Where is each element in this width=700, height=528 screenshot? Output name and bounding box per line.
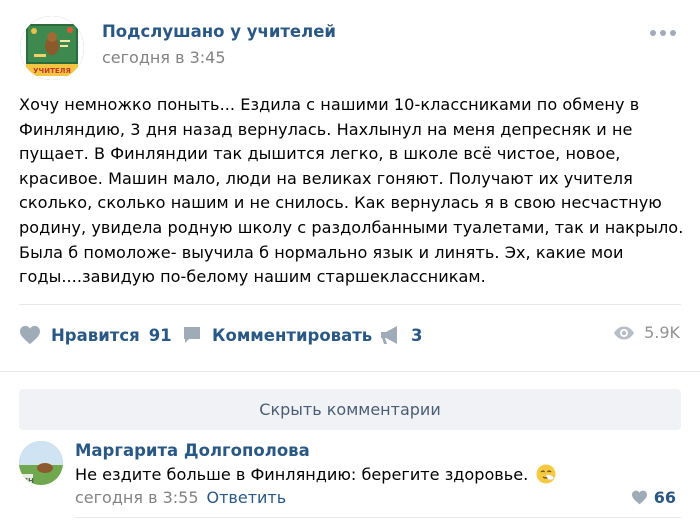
views-count: 5.9K — [644, 323, 680, 342]
post-date[interactable]: сегодня в 3:45 — [102, 48, 226, 67]
comment-label: Комментировать — [212, 325, 373, 345]
hide-comments-button[interactable]: Скрыть комментарии — [19, 389, 681, 430]
svg-text:УЧИТЕЛЯ: УЧИТЕЛЯ — [33, 67, 71, 75]
svg-text:МН: МН — [21, 477, 34, 485]
divider — [0, 371, 700, 372]
like-count: 91 — [148, 325, 172, 345]
like-label: Нравится — [51, 325, 140, 345]
comment-text: Не ездите больше в Финляндию: берегите з… — [75, 464, 529, 484]
reply-link[interactable]: Ответить — [207, 488, 287, 507]
share-count: 3 — [411, 325, 423, 345]
sneezing-face-emoji — [536, 464, 556, 484]
speech-bubble-icon — [184, 327, 200, 343]
heart-icon — [20, 325, 40, 345]
heart-icon — [631, 490, 647, 505]
megaphone-icon — [381, 326, 397, 344]
divider — [19, 304, 681, 305]
like-button[interactable]: Нравится 91 — [19, 322, 172, 348]
wall-post: УЧИТЕЛЯ Подслушано у учителей сегодня в … — [0, 0, 700, 528]
divider — [75, 517, 681, 518]
comment-meta: сегодня в 3:55 Ответить — [75, 488, 286, 507]
comment-author-link[interactable]: Маргарита Долгополова — [75, 441, 310, 460]
post-text: Хочу немножко поныть... Ездила с нашими … — [19, 95, 684, 287]
comment-date[interactable]: сегодня в 3:55 — [75, 488, 199, 507]
comment-like-count: 66 — [653, 488, 676, 507]
share-button[interactable]: 3 — [380, 322, 422, 348]
more-dots-icon[interactable] — [650, 26, 678, 40]
group-avatar[interactable]: УЧИТЕЛЯ — [20, 16, 84, 80]
comment-button[interactable]: Комментировать — [182, 322, 372, 348]
views-counter: 5.9K — [613, 323, 680, 342]
group-name-link[interactable]: Подслушано у учителей — [102, 22, 336, 41]
comment-like-button[interactable]: 66 — [631, 488, 676, 507]
eye-icon — [614, 326, 635, 339]
comment-body: Не ездите больше в Финляндию: берегите з… — [75, 464, 556, 484]
commenter-avatar[interactable]: МН — [19, 441, 63, 485]
